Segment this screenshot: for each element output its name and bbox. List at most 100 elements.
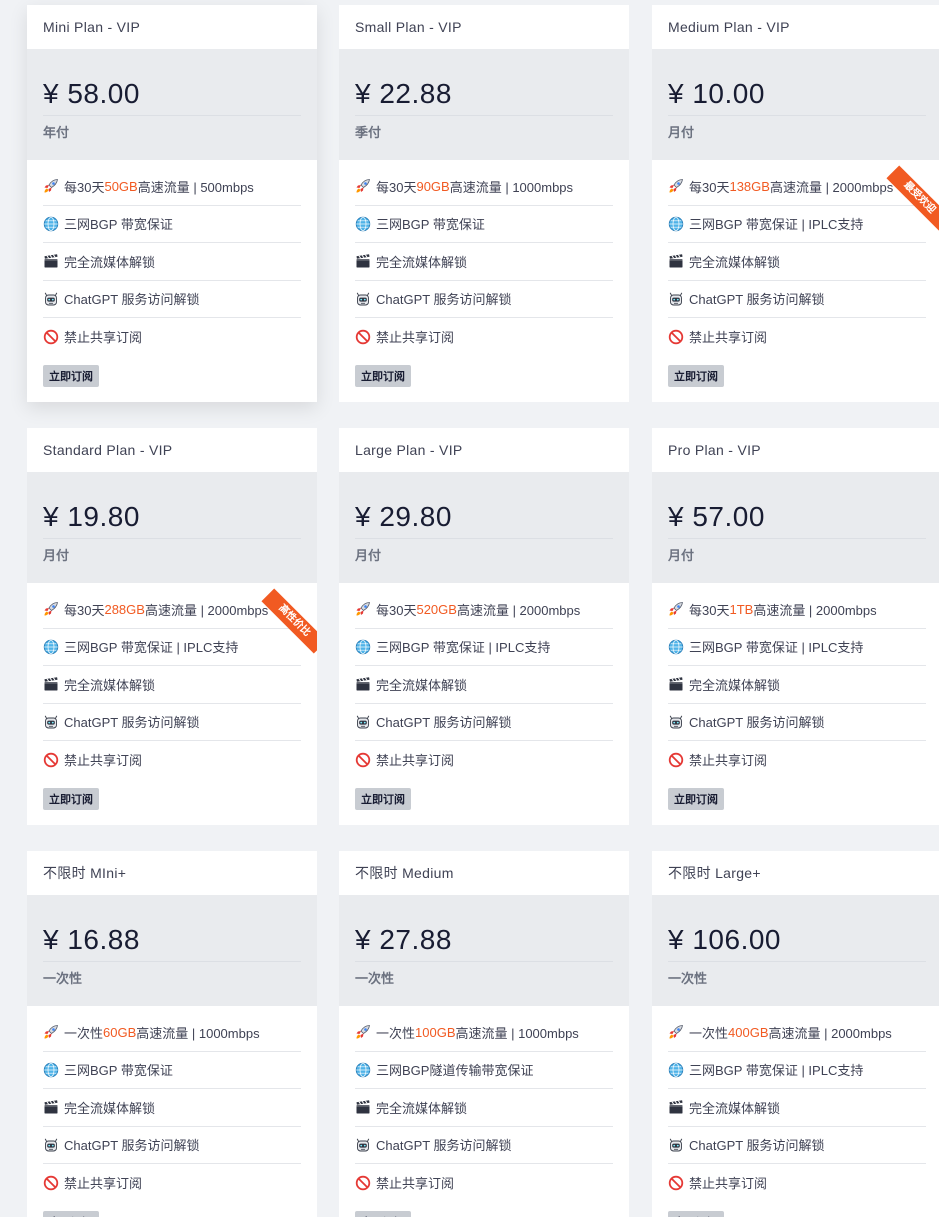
robot-icon (43, 714, 59, 730)
traffic-suffix: 高速流量 | 2000mbps (768, 1025, 892, 1041)
feature-bandwidth: 三网BGP 带宽保证 | IPLC支持 (668, 206, 926, 243)
feature-text: 完全流媒体解锁 (376, 254, 468, 270)
feature-text: ChatGPT 服务访问解锁 (64, 715, 200, 731)
billing-period: 一次性 (43, 971, 83, 986)
plan-price: ¥ 16.88 (43, 923, 301, 962)
feature-text: 禁止共享订阅 (689, 753, 768, 769)
traffic-prefix: 一次性 (64, 1025, 104, 1041)
feature-text: 禁止共享订阅 (376, 753, 455, 769)
plan-price: ¥ 106.00 (668, 923, 926, 962)
subscribe-button[interactable]: 立即订阅 (355, 787, 411, 810)
traffic-prefix: 一次性 (376, 1025, 416, 1041)
plan-price: ¥ 22.88 (355, 77, 613, 116)
feature-text: 三网BGP 带宽保证 (64, 217, 173, 233)
prohibited-icon (43, 329, 59, 345)
rocket-icon (43, 601, 59, 617)
subscribe-button[interactable]: 立即订阅 (43, 787, 99, 810)
feature-text: 禁止共享订阅 (64, 753, 143, 769)
price-section: ¥ 57.00 月付 (652, 472, 939, 583)
feature-list: 每30天 1TB 高速流量 | 2000mbps 三网BGP 带宽保证 | IPLC支… (652, 583, 939, 779)
traffic-amount: 90GB (416, 178, 450, 194)
feature-chatgpt: ChatGPT 服务访问解锁 (43, 1127, 301, 1164)
feature-no-sharing: 禁止共享订阅 (668, 318, 926, 356)
plan-price: ¥ 58.00 (43, 77, 301, 116)
robot-icon (668, 714, 684, 730)
feature-chatgpt: ChatGPT 服务访问解锁 (668, 704, 926, 741)
feature-streaming: 完全流媒体解锁 (668, 1089, 926, 1127)
feature-no-sharing: 禁止共享订阅 (355, 741, 613, 779)
feature-chatgpt: ChatGPT 服务访问解锁 (43, 704, 301, 741)
subscribe-button[interactable]: 立即订阅 (43, 364, 99, 387)
feature-text: ChatGPT 服务访问解锁 (64, 292, 200, 308)
price-section: ¥ 27.88 一次性 (339, 895, 629, 1006)
traffic-prefix: 一次性 (689, 1025, 729, 1041)
feature-text: ChatGPT 服务访问解锁 (689, 715, 825, 731)
feature-text: ChatGPT 服务访问解锁 (64, 1138, 200, 1154)
traffic-amount: 50GB (104, 178, 138, 194)
feature-streaming: 完全流媒体解锁 (668, 243, 926, 281)
subscribe-button[interactable]: 立即订阅 (668, 1210, 724, 1217)
clapper-icon (355, 1099, 371, 1115)
billing-period: 月付 (668, 125, 695, 140)
globe-icon (355, 216, 371, 232)
feature-text: 三网BGP隧道传输带宽保证 (376, 1063, 534, 1079)
rocket-icon (668, 1024, 684, 1040)
feature-traffic: 每30天 90GB 高速流量 | 1000mbps (355, 168, 613, 206)
billing-period: 一次性 (355, 971, 395, 986)
price-section: ¥ 106.00 一次性 (652, 895, 939, 1006)
feature-chatgpt: ChatGPT 服务访问解锁 (355, 1127, 613, 1164)
plan-card: Pro Plan - VIP ¥ 57.00 月付 每30天 1TB 高速流量 | 200… (652, 428, 939, 825)
billing-period: 年付 (43, 125, 70, 140)
rocket-icon (668, 601, 684, 617)
globe-icon (668, 1062, 684, 1078)
subscribe-button[interactable]: 立即订阅 (668, 364, 724, 387)
clapper-icon (355, 676, 371, 692)
feature-list: 一次性 400GB 高速流量 | 2000mbps 三网BGP 带宽保证 | IPLC… (652, 1006, 939, 1202)
feature-traffic: 一次性 60GB 高速流量 | 1000mbps (43, 1014, 301, 1052)
feature-bandwidth: 三网BGP 带宽保证 | IPLC支持 (355, 629, 613, 666)
clapper-icon (355, 253, 371, 269)
plan-price: ¥ 19.80 (43, 500, 301, 539)
plan-card: 不限时 Large+ ¥ 106.00 一次性 一次性 400GB 高速流量 | 2000… (652, 851, 939, 1217)
globe-icon (43, 639, 59, 655)
feature-text: 三网BGP 带宽保证 | IPLC支持 (376, 640, 551, 656)
feature-text: 完全流媒体解锁 (689, 1100, 781, 1116)
feature-no-sharing: 禁止共享订阅 (43, 741, 301, 779)
subscribe-button[interactable]: 立即订阅 (355, 364, 411, 387)
price-section: ¥ 16.88 一次性 (27, 895, 317, 1006)
clapper-icon (43, 676, 59, 692)
feature-no-sharing: 禁止共享订阅 (355, 1164, 613, 1202)
feature-list: 每30天 50GB 高速流量 | 500mbps 三网BGP 带宽保证 完全流媒体解锁 C… (27, 160, 317, 356)
robot-icon (668, 291, 684, 307)
plan-card: Medium Plan - VIP ¥ 10.00 月付 每30天 138GB 高速流量 … (652, 5, 939, 402)
clapper-icon (668, 253, 684, 269)
feature-text: 完全流媒体解锁 (689, 254, 781, 270)
feature-bandwidth: 三网BGP 带宽保证 | IPLC支持 (668, 629, 926, 666)
feature-no-sharing: 禁止共享订阅 (43, 318, 301, 356)
feature-text: 禁止共享订阅 (64, 1176, 143, 1192)
robot-icon (355, 714, 371, 730)
feature-text: 完全流媒体解锁 (689, 677, 781, 693)
traffic-amount: 100GB (415, 1024, 456, 1040)
rocket-icon (355, 601, 371, 617)
feature-traffic: 每30天 288GB 高速流量 | 2000mbps (43, 591, 301, 629)
robot-icon (668, 1137, 684, 1153)
subscribe-button[interactable]: 立即订阅 (355, 1210, 411, 1217)
subscribe-button[interactable]: 立即订阅 (43, 1210, 99, 1217)
traffic-suffix: 高速流量 | 1000mbps (455, 1025, 579, 1041)
feature-text: 禁止共享订阅 (64, 330, 143, 346)
prohibited-icon (668, 329, 684, 345)
traffic-amount: 288GB (104, 601, 145, 617)
plan-card: 不限时 MIni+ ¥ 16.88 一次性 一次性 60GB 高速流量 | 1000mbp… (27, 851, 317, 1217)
traffic-suffix: 高速流量 | 1000mbps (136, 1025, 260, 1041)
plan-name: 不限时 Medium (355, 865, 454, 881)
subscribe-button[interactable]: 立即订阅 (668, 787, 724, 810)
feature-text: 完全流媒体解锁 (64, 1100, 156, 1116)
billing-period: 月付 (668, 548, 695, 563)
rocket-icon (668, 178, 684, 194)
clapper-icon (43, 1099, 59, 1115)
feature-text: 三网BGP 带宽保证 | IPLC支持 (64, 640, 239, 656)
feature-text: ChatGPT 服务访问解锁 (376, 292, 512, 308)
feature-streaming: 完全流媒体解锁 (355, 666, 613, 704)
feature-traffic: 每30天 138GB 高速流量 | 2000mbps (668, 168, 926, 206)
